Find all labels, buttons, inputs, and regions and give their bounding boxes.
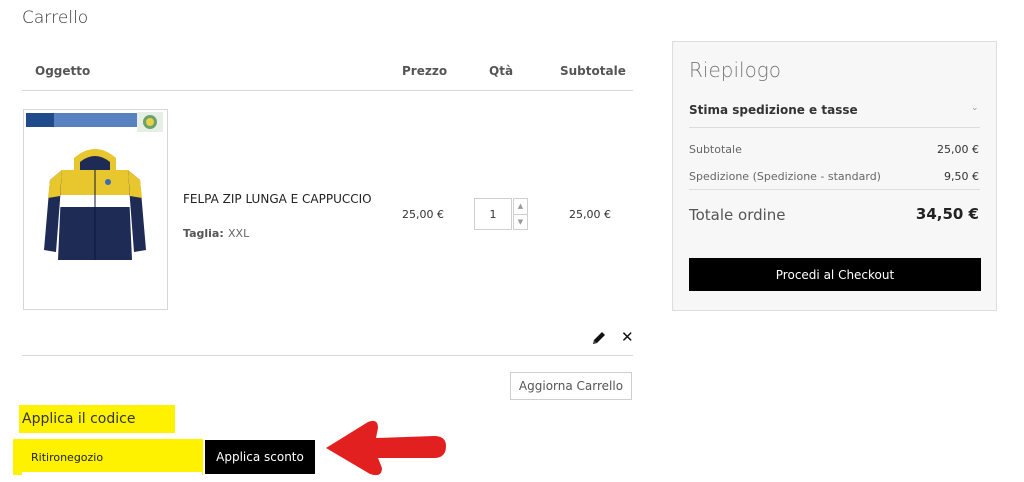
chevron-up-icon[interactable]: ▲: [514, 199, 527, 215]
divider: [689, 189, 980, 190]
update-cart-button[interactable]: Aggiorna Carrello: [510, 372, 632, 400]
close-icon[interactable]: ✕: [621, 328, 634, 346]
column-header-price: Prezzo: [402, 64, 448, 78]
order-total-value: 34,50 €: [915, 205, 979, 223]
discount-input-border: [22, 472, 202, 475]
order-total-label: Totale ordine: [689, 206, 786, 224]
product-option-value: XXL: [228, 227, 250, 240]
summary-shipping-label: Spedizione (Spedizione - standard): [689, 170, 881, 183]
item-subtotal: 25,00 €: [569, 208, 611, 221]
item-price: 25,00 €: [402, 208, 444, 221]
quantity-input[interactable]: 1: [474, 198, 512, 230]
discount-section-title[interactable]: Applica il codice sconto: [19, 405, 175, 455]
order-summary-panel: Riepilogo Stima spedizione e tasse ⌄ Sub…: [672, 41, 997, 311]
product-name[interactable]: FELPA ZIP LUNGA E CAPPUCCIO: [183, 192, 372, 206]
summary-subtotal-value: 25,00 €: [937, 143, 979, 156]
cart-table-header: Oggetto Prezzo Qtà Subtotale: [22, 60, 633, 91]
product-image[interactable]: [23, 109, 168, 310]
pencil-icon[interactable]: [591, 330, 607, 346]
summary-shipping-value: 9,50 €: [944, 170, 979, 183]
summary-title: Riepilogo: [689, 58, 782, 82]
column-header-qty: Qtà: [489, 64, 514, 78]
shipping-estimate-toggle[interactable]: Stima spedizione e tasse: [689, 103, 858, 117]
summary-subtotal-label: Subtotale: [689, 143, 742, 156]
chevron-down-icon[interactable]: ⌄: [971, 103, 979, 113]
discount-code-input[interactable]: Ritironegozio: [13, 439, 203, 475]
checkout-button[interactable]: Procedi al Checkout: [689, 258, 981, 291]
column-header-item: Oggetto: [35, 64, 91, 78]
product-option-label: Taglia:: [183, 227, 224, 240]
column-header-subtotal: Subtotale: [560, 64, 626, 78]
divider: [689, 127, 980, 128]
apply-discount-button[interactable]: Applica sconto: [205, 440, 315, 474]
hoodie-image: [26, 112, 163, 260]
chevron-down-icon[interactable]: ▼: [514, 215, 527, 230]
red-arrow-annotation: [326, 420, 446, 476]
page-title: Carrello: [22, 8, 89, 28]
divider: [22, 355, 633, 356]
quantity-stepper[interactable]: ▲ ▼: [513, 198, 528, 230]
